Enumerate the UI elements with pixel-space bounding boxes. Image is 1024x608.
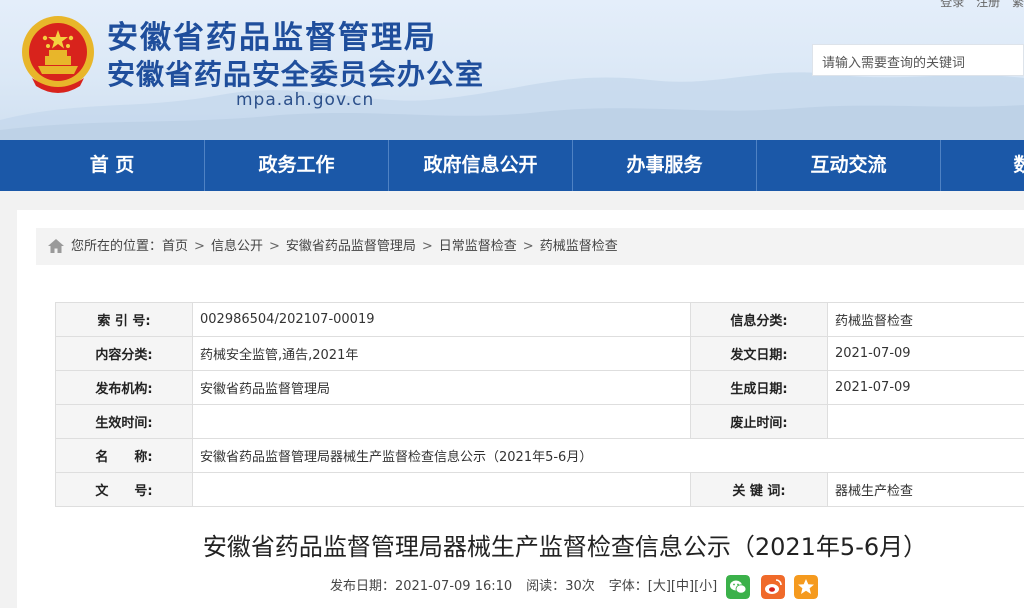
breadcrumb-item-drug-device-inspection[interactable]: 药械监督检查 <box>540 239 618 254</box>
nav-item-data[interactable]: 数据 <box>940 140 1024 191</box>
generated-date-label: 生成日期: <box>690 370 828 405</box>
content-category-label: 内容分类: <box>55 336 193 371</box>
doc-number-label: 文 号: <box>55 472 193 507</box>
effective-time-value <box>192 404 691 439</box>
login-link[interactable]: 登录 <box>940 0 964 9</box>
national-emblem-icon <box>22 16 94 93</box>
breadcrumb-separator: > <box>268 239 280 254</box>
table-row: 文 号: 关 键 词: 器械生产检查 <box>55 472 1024 507</box>
table-row: 名 称: 安徽省药品监督管理局器械生产监督检查信息公示（2021年5-6月） <box>55 438 1024 473</box>
site-domain: mpa.ah.gov.cn <box>236 90 375 110</box>
wechat-icon[interactable] <box>726 575 750 599</box>
keywords-value: 器械生产检查 <box>827 472 1024 507</box>
table-row: 发布机构: 安徽省药品监督管理局 生成日期: 2021-07-09 <box>55 370 1024 405</box>
home-icon <box>48 239 64 253</box>
article-title: 安徽省药品监督管理局器械生产监督检查信息公示（2021年5-6月） <box>202 533 928 561</box>
breadcrumb-item-bureau[interactable]: 安徽省药品监督管理局 <box>286 239 416 254</box>
issue-date-value: 2021-07-09 <box>827 336 1024 371</box>
document-meta-table: 索 引 号: 002986504/202107-00019 信息分类: 药械监督… <box>55 302 1024 507</box>
nav-item-interaction[interactable]: 互动交流 <box>756 140 940 191</box>
breadcrumb: 您所在的位置：首页 > 信息公开 > 安徽省药品监督管理局 > 日常监督检查 > 药械监督检查 <box>36 228 1024 265</box>
doc-name-value: 安徽省药品监督管理局器械生产监督检查信息公示（2021年5-6月） <box>192 438 1024 473</box>
publish-date-value: 2021-07-09 16:10 <box>395 579 513 594</box>
font-size-large[interactable]: [大] <box>648 579 671 594</box>
traditional-chinese-link[interactable]: 繁 <box>1012 0 1024 9</box>
breadcrumb-separator: > <box>421 239 433 254</box>
info-category-label: 信息分类: <box>690 302 828 337</box>
abolish-time-value <box>827 404 1024 439</box>
register-link[interactable]: 注册 <box>976 0 1000 9</box>
font-size-small[interactable]: [小] <box>694 579 717 594</box>
doc-name-label: 名 称: <box>55 438 193 473</box>
table-row: 内容分类: 药械安全监管,通告,2021年 发文日期: 2021-07-09 <box>55 336 1024 371</box>
breadcrumb-item-home[interactable]: 首页 <box>162 239 188 254</box>
views-label: 阅读： <box>526 579 566 594</box>
main-nav: 首 页 政务工作 政府信息公开 办事服务 互动交流 数据 <box>0 140 1024 191</box>
nav-item-government-affairs[interactable]: 政务工作 <box>204 140 388 191</box>
article-info-bar: 发布日期：2021-07-09 16:10 阅读：30次 字体：[大][中][小] <box>330 576 717 598</box>
breadcrumb-separator: > <box>194 239 205 254</box>
publisher-value: 安徽省药品监督管理局 <box>192 370 691 405</box>
weibo-icon[interactable] <box>761 575 785 599</box>
top-links: 登录 注册 繁 <box>932 0 1024 10</box>
abolish-time-label: 废止时间: <box>690 404 828 439</box>
favorite-icon[interactable] <box>794 575 818 599</box>
font-size-medium[interactable]: [中] <box>671 579 694 594</box>
breadcrumb-prefix: 您所在的位置： <box>71 239 163 254</box>
nav-item-info-disclosure[interactable]: 政府信息公开 <box>388 140 572 191</box>
views-value: 30次 <box>565 579 595 594</box>
breadcrumb-item-daily-inspection[interactable]: 日常监督检查 <box>439 239 517 254</box>
keywords-label: 关 键 词: <box>690 472 828 507</box>
nav-item-home[interactable]: 首 页 <box>20 140 204 191</box>
nav-item-services[interactable]: 办事服务 <box>572 140 756 191</box>
publisher-label: 发布机构: <box>55 370 193 405</box>
effective-time-label: 生效时间: <box>55 404 193 439</box>
publish-date-label: 发布日期： <box>330 579 396 594</box>
info-category-value: 药械监督检查 <box>827 302 1024 337</box>
doc-number-value <box>192 472 691 507</box>
site-title-sub: 安徽省药品安全委员会办公室 <box>107 58 485 91</box>
table-row: 索 引 号: 002986504/202107-00019 信息分类: 药械监督… <box>55 302 1024 337</box>
generated-date-value: 2021-07-09 <box>827 370 1024 405</box>
site-title-main: 安徽省药品监督管理局 <box>107 20 437 56</box>
breadcrumb-separator: > <box>522 239 534 254</box>
table-row: 生效时间: 废止时间: <box>55 404 1024 439</box>
breadcrumb-item-info[interactable]: 信息公开 <box>211 239 263 254</box>
content-category-value: 药械安全监管,通告,2021年 <box>192 336 691 371</box>
font-size-label: 字体： <box>608 579 648 594</box>
issue-date-label: 发文日期: <box>690 336 828 371</box>
index-number-label: 索 引 号: <box>55 302 193 337</box>
site-header: 登录 注册 繁 安徽省药品监督管理局 安徽省药品安全委员会办公室 mpa.ah.… <box>0 0 1024 140</box>
search-input[interactable]: 请输入需要查询的关键词 <box>812 44 1024 76</box>
index-number-value: 002986504/202107-00019 <box>192 302 691 337</box>
